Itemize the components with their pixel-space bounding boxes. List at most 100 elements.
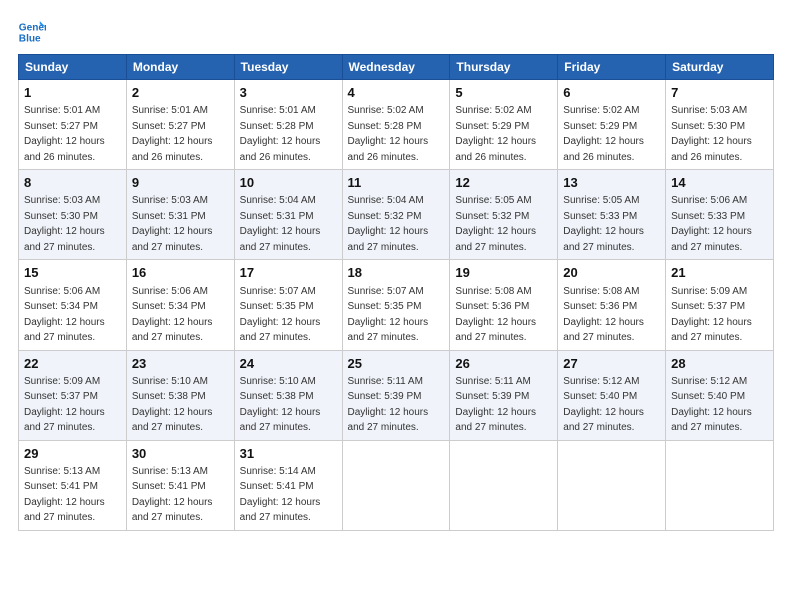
day-info: Sunrise: 5:11 AMSunset: 5:39 PMDaylight:… (455, 376, 536, 434)
calendar-cell: 6 Sunrise: 5:02 AMSunset: 5:29 PMDayligh… (558, 80, 666, 170)
day-number: 29 (24, 445, 121, 463)
calendar-cell (558, 440, 666, 530)
calendar-cell: 27 Sunrise: 5:12 AMSunset: 5:40 PMDaylig… (558, 350, 666, 440)
day-info: Sunrise: 5:06 AMSunset: 5:34 PMDaylight:… (132, 286, 213, 344)
calendar-week-1: 1 Sunrise: 5:01 AMSunset: 5:27 PMDayligh… (19, 80, 774, 170)
calendar-cell: 2 Sunrise: 5:01 AMSunset: 5:27 PMDayligh… (126, 80, 234, 170)
calendar-header-monday: Monday (126, 55, 234, 80)
day-info: Sunrise: 5:05 AMSunset: 5:33 PMDaylight:… (563, 195, 644, 253)
day-info: Sunrise: 5:02 AMSunset: 5:29 PMDaylight:… (563, 105, 644, 163)
calendar-cell: 18 Sunrise: 5:07 AMSunset: 5:35 PMDaylig… (342, 260, 450, 350)
calendar-week-4: 22 Sunrise: 5:09 AMSunset: 5:37 PMDaylig… (19, 350, 774, 440)
day-number: 23 (132, 355, 229, 373)
calendar-cell: 9 Sunrise: 5:03 AMSunset: 5:31 PMDayligh… (126, 170, 234, 260)
day-number: 28 (671, 355, 768, 373)
day-info: Sunrise: 5:06 AMSunset: 5:33 PMDaylight:… (671, 195, 752, 253)
calendar-cell: 7 Sunrise: 5:03 AMSunset: 5:30 PMDayligh… (666, 80, 774, 170)
calendar-cell: 28 Sunrise: 5:12 AMSunset: 5:40 PMDaylig… (666, 350, 774, 440)
page: General Blue SundayMondayTuesdayWednesda… (0, 0, 792, 612)
calendar-cell: 11 Sunrise: 5:04 AMSunset: 5:32 PMDaylig… (342, 170, 450, 260)
calendar-cell: 23 Sunrise: 5:10 AMSunset: 5:38 PMDaylig… (126, 350, 234, 440)
day-info: Sunrise: 5:07 AMSunset: 5:35 PMDaylight:… (348, 286, 429, 344)
day-info: Sunrise: 5:10 AMSunset: 5:38 PMDaylight:… (132, 376, 213, 434)
day-number: 15 (24, 264, 121, 282)
day-info: Sunrise: 5:04 AMSunset: 5:32 PMDaylight:… (348, 195, 429, 253)
day-number: 6 (563, 84, 660, 102)
day-info: Sunrise: 5:11 AMSunset: 5:39 PMDaylight:… (348, 376, 429, 434)
day-info: Sunrise: 5:13 AMSunset: 5:41 PMDaylight:… (132, 466, 213, 524)
day-number: 27 (563, 355, 660, 373)
calendar-cell: 22 Sunrise: 5:09 AMSunset: 5:37 PMDaylig… (19, 350, 127, 440)
day-number: 16 (132, 264, 229, 282)
calendar-header-tuesday: Tuesday (234, 55, 342, 80)
calendar-header-wednesday: Wednesday (342, 55, 450, 80)
day-number: 24 (240, 355, 337, 373)
calendar-cell (342, 440, 450, 530)
calendar-header-saturday: Saturday (666, 55, 774, 80)
day-number: 20 (563, 264, 660, 282)
day-info: Sunrise: 5:03 AMSunset: 5:30 PMDaylight:… (24, 195, 105, 253)
day-info: Sunrise: 5:08 AMSunset: 5:36 PMDaylight:… (563, 286, 644, 344)
calendar-cell: 31 Sunrise: 5:14 AMSunset: 5:41 PMDaylig… (234, 440, 342, 530)
calendar-cell: 25 Sunrise: 5:11 AMSunset: 5:39 PMDaylig… (342, 350, 450, 440)
day-number: 13 (563, 174, 660, 192)
day-info: Sunrise: 5:02 AMSunset: 5:28 PMDaylight:… (348, 105, 429, 163)
day-number: 30 (132, 445, 229, 463)
calendar-cell (450, 440, 558, 530)
day-number: 4 (348, 84, 445, 102)
day-number: 18 (348, 264, 445, 282)
calendar-cell: 17 Sunrise: 5:07 AMSunset: 5:35 PMDaylig… (234, 260, 342, 350)
logo-icon: General Blue (18, 18, 46, 46)
day-number: 14 (671, 174, 768, 192)
day-info: Sunrise: 5:12 AMSunset: 5:40 PMDaylight:… (671, 376, 752, 434)
calendar-cell (666, 440, 774, 530)
header: General Blue (18, 18, 774, 46)
day-number: 7 (671, 84, 768, 102)
day-info: Sunrise: 5:09 AMSunset: 5:37 PMDaylight:… (671, 286, 752, 344)
calendar-header-row: SundayMondayTuesdayWednesdayThursdayFrid… (19, 55, 774, 80)
calendar-cell: 5 Sunrise: 5:02 AMSunset: 5:29 PMDayligh… (450, 80, 558, 170)
calendar-cell: 3 Sunrise: 5:01 AMSunset: 5:28 PMDayligh… (234, 80, 342, 170)
calendar-cell: 29 Sunrise: 5:13 AMSunset: 5:41 PMDaylig… (19, 440, 127, 530)
calendar-cell: 20 Sunrise: 5:08 AMSunset: 5:36 PMDaylig… (558, 260, 666, 350)
day-number: 2 (132, 84, 229, 102)
day-info: Sunrise: 5:14 AMSunset: 5:41 PMDaylight:… (240, 466, 321, 524)
day-number: 11 (348, 174, 445, 192)
day-info: Sunrise: 5:05 AMSunset: 5:32 PMDaylight:… (455, 195, 536, 253)
day-info: Sunrise: 5:10 AMSunset: 5:38 PMDaylight:… (240, 376, 321, 434)
calendar-header-sunday: Sunday (19, 55, 127, 80)
calendar-cell: 12 Sunrise: 5:05 AMSunset: 5:32 PMDaylig… (450, 170, 558, 260)
day-info: Sunrise: 5:04 AMSunset: 5:31 PMDaylight:… (240, 195, 321, 253)
day-number: 10 (240, 174, 337, 192)
day-number: 3 (240, 84, 337, 102)
day-number: 1 (24, 84, 121, 102)
calendar-cell: 16 Sunrise: 5:06 AMSunset: 5:34 PMDaylig… (126, 260, 234, 350)
day-number: 21 (671, 264, 768, 282)
day-info: Sunrise: 5:03 AMSunset: 5:31 PMDaylight:… (132, 195, 213, 253)
day-number: 5 (455, 84, 552, 102)
svg-text:Blue: Blue (19, 33, 41, 44)
day-info: Sunrise: 5:13 AMSunset: 5:41 PMDaylight:… (24, 466, 105, 524)
day-info: Sunrise: 5:09 AMSunset: 5:37 PMDaylight:… (24, 376, 105, 434)
calendar-header-thursday: Thursday (450, 55, 558, 80)
day-info: Sunrise: 5:12 AMSunset: 5:40 PMDaylight:… (563, 376, 644, 434)
day-info: Sunrise: 5:01 AMSunset: 5:27 PMDaylight:… (132, 105, 213, 163)
day-info: Sunrise: 5:07 AMSunset: 5:35 PMDaylight:… (240, 286, 321, 344)
calendar-table: SundayMondayTuesdayWednesdayThursdayFrid… (18, 54, 774, 531)
calendar-cell: 30 Sunrise: 5:13 AMSunset: 5:41 PMDaylig… (126, 440, 234, 530)
calendar-cell: 8 Sunrise: 5:03 AMSunset: 5:30 PMDayligh… (19, 170, 127, 260)
day-number: 17 (240, 264, 337, 282)
logo: General Blue (18, 18, 50, 46)
day-number: 22 (24, 355, 121, 373)
day-number: 12 (455, 174, 552, 192)
day-number: 26 (455, 355, 552, 373)
day-info: Sunrise: 5:06 AMSunset: 5:34 PMDaylight:… (24, 286, 105, 344)
calendar-cell: 15 Sunrise: 5:06 AMSunset: 5:34 PMDaylig… (19, 260, 127, 350)
calendar-cell: 14 Sunrise: 5:06 AMSunset: 5:33 PMDaylig… (666, 170, 774, 260)
day-info: Sunrise: 5:01 AMSunset: 5:28 PMDaylight:… (240, 105, 321, 163)
calendar-cell: 21 Sunrise: 5:09 AMSunset: 5:37 PMDaylig… (666, 260, 774, 350)
day-info: Sunrise: 5:03 AMSunset: 5:30 PMDaylight:… (671, 105, 752, 163)
day-info: Sunrise: 5:01 AMSunset: 5:27 PMDaylight:… (24, 105, 105, 163)
calendar-week-2: 8 Sunrise: 5:03 AMSunset: 5:30 PMDayligh… (19, 170, 774, 260)
calendar-cell: 10 Sunrise: 5:04 AMSunset: 5:31 PMDaylig… (234, 170, 342, 260)
